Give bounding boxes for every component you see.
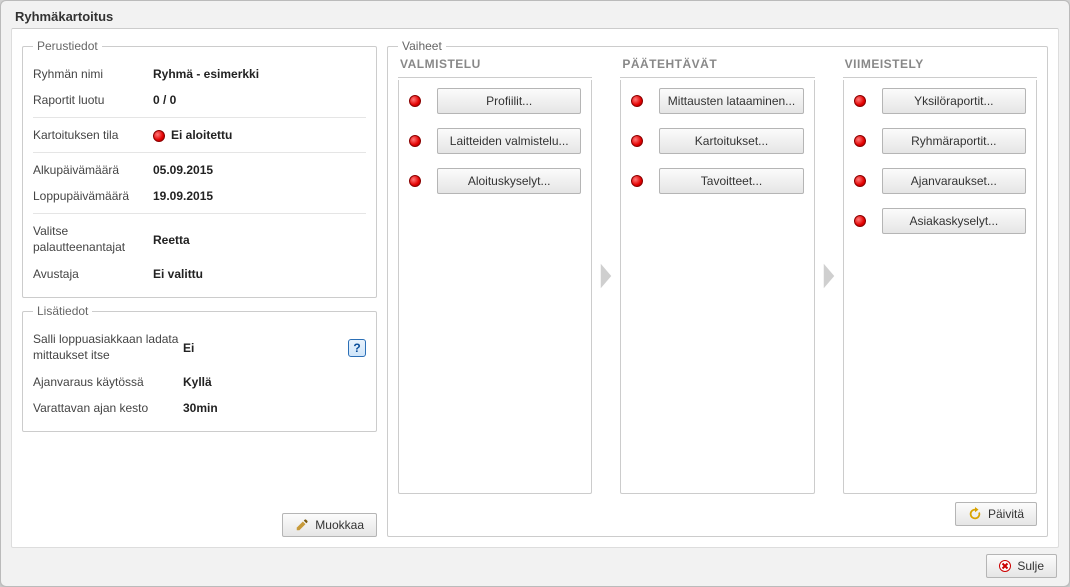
- row-start-date: Alkupäivämäärä 05.09.2015: [33, 152, 366, 183]
- task-row: Tavoitteet...: [631, 168, 803, 194]
- feedback-givers-label: Valitse palautteenantajat: [33, 224, 153, 255]
- status-dot-icon: [854, 95, 866, 107]
- allow-self-upload-value: Ei: [183, 341, 348, 355]
- assistant-value: Ei valittu: [153, 267, 366, 281]
- individual-reports-button[interactable]: Yksilöraportit...: [882, 88, 1026, 114]
- help-icon[interactable]: ?: [348, 339, 366, 357]
- group-name-value: Ryhmä - esimerkki: [153, 67, 366, 81]
- booking-duration-value: 30min: [183, 401, 366, 415]
- edit-button-label: Muokkaa: [315, 518, 364, 532]
- row-booking-duration: Varattavan ajan kesto 30min: [33, 395, 366, 421]
- assistant-label: Avustaja: [33, 267, 153, 281]
- status-dot-icon: [631, 175, 643, 187]
- task-row: Asiakaskyselyt...: [854, 208, 1026, 234]
- phases-inner: VALMISTELU Profiilit... Laitteiden valmi…: [398, 57, 1037, 494]
- status-dot-icon: [409, 95, 421, 107]
- row-feedback-givers: Valitse palautteenantajat Reetta: [33, 213, 366, 261]
- profiles-button[interactable]: Profiilit...: [437, 88, 581, 114]
- phase-final-title: VIIMEISTELY: [843, 57, 1037, 78]
- task-row: Kartoitukset...: [631, 128, 803, 154]
- extra-group: Lisätiedot Salli loppuasiakkaan ladata m…: [22, 304, 377, 432]
- task-row: Laitteiden valmistelu...: [409, 128, 581, 154]
- phase-main: PÄÄTEHTÄVÄT Mittausten lataaminen... Kar…: [620, 57, 814, 494]
- extra-legend: Lisätiedot: [33, 304, 92, 318]
- status-dot-icon: [854, 175, 866, 187]
- phase-main-title: PÄÄTEHTÄVÄT: [620, 57, 814, 78]
- task-row: Ryhmäraportit...: [854, 128, 1026, 154]
- booking-enabled-label: Ajanvaraus käytössä: [33, 375, 183, 389]
- window-title: Ryhmäkartoitus: [1, 1, 1069, 28]
- arrow-icon: [596, 57, 616, 494]
- bookings-button[interactable]: Ajanvaraukset...: [882, 168, 1026, 194]
- edit-button[interactable]: Muokkaa: [282, 513, 377, 537]
- booking-duration-label: Varattavan ajan kesto: [33, 401, 183, 415]
- phase-final: VIIMEISTELY Yksilöraportit... Ryhmärapor…: [843, 57, 1037, 494]
- booking-enabled-value: Kyllä: [183, 375, 366, 389]
- right-column: Vaiheet VALMISTELU Profiilit... Laitteid…: [387, 39, 1048, 537]
- device-prep-button[interactable]: Laitteiden valmistelu...: [437, 128, 581, 154]
- basics-legend: Perustiedot: [33, 39, 102, 53]
- left-column: Perustiedot Ryhmän nimi Ryhmä - esimerkk…: [22, 39, 377, 537]
- close-button[interactable]: Sulje: [986, 554, 1057, 578]
- status-value: Ei aloitettu: [171, 128, 232, 142]
- row-assistant: Avustaja Ei valittu: [33, 261, 366, 287]
- status-dot-icon: [409, 135, 421, 147]
- phase-prep-body: Profiilit... Laitteiden valmistelu... Al…: [398, 80, 592, 494]
- phase-prep: VALMISTELU Profiilit... Laitteiden valmi…: [398, 57, 592, 494]
- status-dot-icon: [854, 135, 866, 147]
- task-row: Mittausten lataaminen...: [631, 88, 803, 114]
- window: Ryhmäkartoitus Perustiedot Ryhmän nimi R…: [0, 0, 1070, 587]
- status-dot-icon: [153, 130, 165, 142]
- row-group-name: Ryhmän nimi Ryhmä - esimerkki: [33, 61, 366, 87]
- reports-created-value: 0 / 0: [153, 93, 366, 107]
- status-dot-icon: [854, 215, 866, 227]
- row-allow-self-upload: Salli loppuasiakkaan ladata mittaukset i…: [33, 326, 366, 369]
- upload-measurements-button[interactable]: Mittausten lataaminen...: [659, 88, 803, 114]
- group-name-label: Ryhmän nimi: [33, 67, 153, 81]
- task-row: Aloituskyselyt...: [409, 168, 581, 194]
- close-icon: [999, 560, 1011, 572]
- refresh-button-label: Päivitä: [988, 507, 1024, 521]
- row-booking-enabled: Ajanvaraus käytössä Kyllä: [33, 369, 366, 395]
- status-label: Kartoituksen tila: [33, 128, 153, 142]
- feedback-givers-value: Reetta: [153, 233, 366, 247]
- phase-prep-title: VALMISTELU: [398, 57, 592, 78]
- bottombar: Sulje: [1, 554, 1069, 586]
- group-reports-button[interactable]: Ryhmäraportit...: [882, 128, 1026, 154]
- arrow-icon: [819, 57, 839, 494]
- phases-legend: Vaiheet: [398, 39, 446, 53]
- phases-group: Vaiheet VALMISTELU Profiilit... Laitteid…: [387, 39, 1048, 537]
- task-row: Profiilit...: [409, 88, 581, 114]
- end-date-value: 19.09.2015: [153, 189, 366, 203]
- refresh-icon: [968, 507, 982, 521]
- phase-main-body: Mittausten lataaminen... Kartoitukset...…: [620, 80, 814, 494]
- task-row: Yksilöraportit...: [854, 88, 1026, 114]
- reports-created-label: Raportit luotu: [33, 93, 153, 107]
- allow-self-upload-label: Salli loppuasiakkaan ladata mittaukset i…: [33, 332, 183, 363]
- task-row: Ajanvaraukset...: [854, 168, 1026, 194]
- status-dot-icon: [409, 175, 421, 187]
- phase-final-body: Yksilöraportit... Ryhmäraportit... Ajanv…: [843, 80, 1037, 494]
- status-dot-icon: [631, 95, 643, 107]
- goals-button[interactable]: Tavoitteet...: [659, 168, 803, 194]
- row-status: Kartoituksen tila Ei aloitettu: [33, 117, 366, 148]
- start-surveys-button[interactable]: Aloituskyselyt...: [437, 168, 581, 194]
- customer-surveys-button[interactable]: Asiakaskyselyt...: [882, 208, 1026, 234]
- start-date-value: 05.09.2015: [153, 163, 366, 177]
- status-value-wrap: Ei aloitettu: [153, 128, 366, 142]
- basics-group: Perustiedot Ryhmän nimi Ryhmä - esimerkk…: [22, 39, 377, 298]
- start-date-label: Alkupäivämäärä: [33, 163, 153, 177]
- close-button-label: Sulje: [1017, 559, 1044, 573]
- left-footer: Muokkaa: [22, 513, 377, 537]
- refresh-button[interactable]: Päivitä: [955, 502, 1037, 526]
- status-dot-icon: [631, 135, 643, 147]
- edit-icon: [295, 518, 309, 532]
- surveys-button[interactable]: Kartoitukset...: [659, 128, 803, 154]
- row-reports-created: Raportit luotu 0 / 0: [33, 87, 366, 113]
- content: Perustiedot Ryhmän nimi Ryhmä - esimerkk…: [11, 28, 1059, 548]
- row-end-date: Loppupäivämäärä 19.09.2015: [33, 183, 366, 209]
- end-date-label: Loppupäivämäärä: [33, 189, 153, 203]
- right-footer: Päivitä: [398, 494, 1037, 526]
